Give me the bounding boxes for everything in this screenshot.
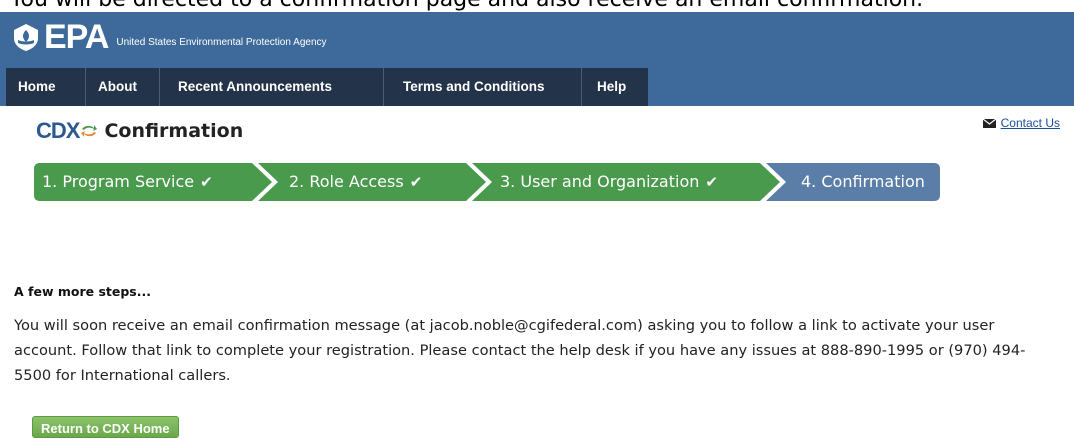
agency-name: United States Environmental Protection A… (116, 36, 327, 48)
step-label: 3. User and Organization (500, 172, 700, 191)
nav-terms-and-conditions[interactable]: Terms and Conditions (384, 68, 582, 106)
contact-us-link[interactable]: Contact Us (1001, 116, 1060, 130)
epa-seal-icon (14, 24, 38, 51)
page-title: Confirmation (104, 120, 244, 142)
nav-recent-announcements[interactable]: Recent Announcements (160, 68, 384, 106)
step-label: 1. Program Service (42, 172, 195, 191)
checkmark-icon: ✔ (409, 173, 423, 191)
cdx-logo: CDX (36, 118, 98, 144)
step-label: 4. Confirmation (801, 172, 925, 191)
step-user-and-organization: 3. User and Organization ✔ (500, 163, 718, 201)
cdx-arrows-icon (81, 125, 98, 137)
confirmation-message: You will soon receive an email confirmat… (14, 317, 1026, 384)
step-program-service: 1. Program Service ✔ (42, 163, 213, 201)
checkmark-icon: ✔ (200, 173, 213, 191)
epa-header: EPA United States Environmental Protecti… (0, 12, 1074, 68)
page-header: CDX Confirmation (36, 116, 243, 146)
nav-about[interactable]: About (86, 68, 160, 106)
nav-home[interactable]: Home (6, 68, 86, 106)
contact-us[interactable]: Contact Us (982, 116, 1060, 130)
step-label: 2. Role Access (289, 172, 404, 191)
checkmark-icon: ✔ (705, 173, 718, 191)
main-nav: Home About Recent Announcements Terms an… (0, 68, 1074, 106)
envelope-icon (982, 118, 996, 128)
step-confirmation: 4. Confirmation (801, 163, 925, 201)
document-caption: You will be directed to a confirmation p… (10, 0, 1074, 11)
section-heading: A few more steps... (14, 284, 151, 299)
nav-help[interactable]: Help (582, 68, 648, 106)
return-to-cdx-home-button[interactable]: Return to CDX Home (32, 416, 179, 438)
cdx-logo-text: CDX (36, 118, 80, 143)
epa-logo-text: EPA (44, 18, 109, 56)
page: You will be directed to a confirmation p… (0, 0, 1074, 438)
main-content: A few more steps... You will soon receiv… (14, 284, 1054, 388)
epa-logo[interactable]: EPA United States Environmental Protecti… (12, 18, 327, 56)
step-role-access: 2. Role Access ✔ (289, 163, 422, 201)
